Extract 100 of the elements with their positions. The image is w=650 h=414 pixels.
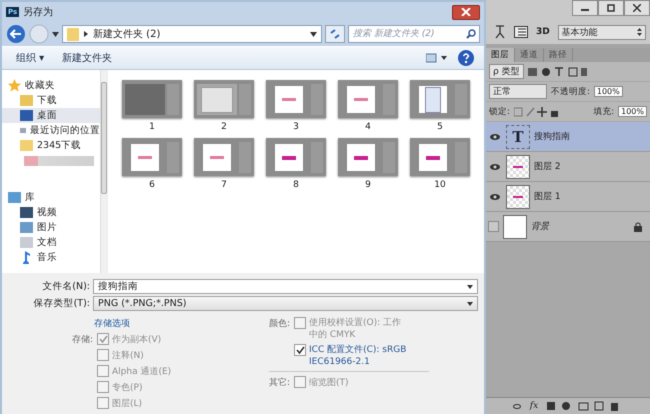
option-label: 注释(N) [97,349,172,362]
panel-icon[interactable] [514,26,528,38]
minimize-button[interactable] [572,0,598,16]
screenshot-thumbnail-drawing [122,80,182,118]
sidebar-item[interactable]: 下载 [2,93,100,108]
link-icon[interactable] [512,404,521,408]
option-label: 使用校样设置(O): 工作中的 CMYK [294,317,409,341]
close-button[interactable] [452,4,480,20]
3d-label: 3D [536,27,550,37]
screenshot-thumbnail-drawing [338,138,398,176]
visibility-toggle[interactable] [488,221,499,232]
caret-icon[interactable] [467,284,473,288]
close-button[interactable] [624,0,650,16]
sidebar-icon [8,191,21,204]
caret-icon [310,32,317,36]
address-field[interactable]: 新建文件夹 (2) [62,25,322,43]
option-label: 作为副本(V) [97,333,172,346]
workspace-dropdown[interactable]: 基本功能 [558,24,646,40]
layer-thumbnail [506,184,530,208]
scrollbar[interactable] [100,70,107,273]
sidebar-item[interactable]: 2345下载 [2,138,100,153]
opacity-field[interactable]: 100% [594,86,623,97]
toolbar-button[interactable]: 组织 ▾ [12,49,48,67]
sidebar-item[interactable]: 图片 [2,220,100,235]
panel-tab[interactable]: 路径 [544,48,573,62]
file-item[interactable]: 6 [122,138,182,190]
search-icon [466,29,476,39]
file-item[interactable]: 8 [266,138,326,190]
sidebar-item[interactable]: 桌面 [2,108,100,123]
file-item[interactable]: 3 [266,80,326,132]
layer-row[interactable]: 背景 [486,212,650,242]
blend-mode-dropdown[interactable]: 正常 [489,84,547,99]
layer-thumbnail [503,214,527,238]
sidebar-icon [20,139,33,152]
sidebar-item[interactable]: 最近访问的位置 [2,123,100,138]
option-label: 图层(L) [97,397,172,410]
file-item[interactable]: 4 [338,80,398,132]
caret-icon[interactable] [467,302,473,306]
sidebar-icon [20,109,33,122]
option-label: 缩览图(T) [294,376,349,389]
screenshot-thumbnail-drawing [122,138,182,176]
folder-icon [67,27,79,41]
toolbar-button[interactable]: 新建文件夹 [58,49,116,67]
eye-icon [490,164,500,170]
sidebar-item[interactable]: 文档 [2,235,100,250]
fill-field[interactable]: 100% [618,106,647,117]
group-label: 存储: [72,334,94,347]
screenshot-thumbnail-drawing [410,138,470,176]
chevron-icon [84,31,88,37]
layer-style-button[interactable]: fx [528,400,540,412]
layer-thumbnail: T [506,124,530,148]
view-options-icon[interactable] [426,53,448,63]
options-link[interactable]: 存储选项 [94,317,130,330]
sidebar-item[interactable]: 收藏夹 [2,78,100,93]
help-icon[interactable] [458,50,474,66]
refresh-button[interactable] [325,25,345,43]
screenshot-thumbnail-drawing [194,138,254,176]
group-label: 其它: [269,376,291,389]
sidebar-item[interactable]: 库 [2,190,100,205]
file-item[interactable]: 2 [194,80,254,132]
window-title: 另存为 [23,6,54,19]
maximize-icon [607,4,615,12]
field-label: 文件名(N): [41,280,90,293]
filter-dropdown[interactable]: ρ 类型 [489,64,524,79]
eye-icon [490,134,500,140]
layer-row[interactable]: 图层 1 [486,182,650,212]
group-label: 颜色: [269,318,291,331]
file-item[interactable]: 7 [194,138,254,190]
opacity-label: 不透明度: [551,86,590,98]
eye-icon [490,194,500,200]
sidebar-icon [20,206,33,219]
filetype-dropdown[interactable]: PNG (*.PNG;*.PNS) [93,296,478,311]
sidebar-item[interactable]: 视频 [2,205,100,220]
lock-options-icons[interactable] [514,106,558,116]
lock-label: 锁定: [489,106,510,118]
option-label: ICC 配置文件(C): sRGB IEC61966-2.1 [294,344,409,368]
screenshot-thumbnail-drawing [410,80,470,118]
sidebar-icon [20,251,33,264]
caret-icon[interactable] [52,32,59,36]
file-item[interactable]: 5 [410,80,470,132]
field-label: 保存类型(T): [32,297,90,310]
checkbox[interactable] [294,344,306,356]
file-item[interactable]: 9 [338,138,398,190]
sidebar-icon [8,79,21,92]
layer-row[interactable]: 图层 2 [486,152,650,182]
screenshot-thumbnail-drawing [194,80,254,118]
filename-field[interactable]: 搜狗指南 [93,279,478,294]
sidebar-icon [20,236,33,249]
panel-tab[interactable]: 通道 [515,48,544,62]
option-label: Alpha 通道(E) [97,365,172,378]
close-icon [461,8,471,16]
panel-tab[interactable]: 图层 [486,48,515,62]
layer-filter-icons[interactable] [528,66,588,76]
search-field[interactable]: 搜索 新建文件夹 (2) [348,25,480,43]
layer-row[interactable]: T 搜狗指南 [486,122,650,152]
file-item[interactable]: 1 [122,80,182,132]
maximize-button[interactable] [598,0,624,16]
layer-thumbnail [506,154,530,178]
sidebar-item[interactable]: 音乐 [2,250,100,265]
file-item[interactable]: 10 [410,138,470,190]
